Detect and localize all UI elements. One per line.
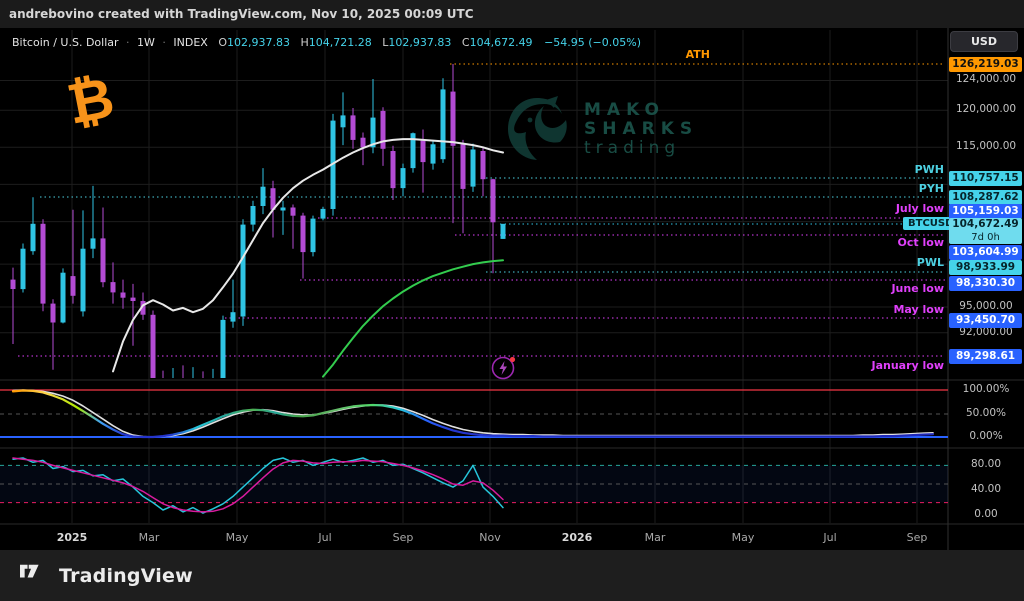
shark-logo-icon	[500, 92, 574, 166]
high-value: 104,721.28	[309, 36, 372, 49]
level-label-May low: May low	[824, 303, 944, 316]
price-tick-95,000.00: 95,000.00	[950, 300, 1022, 312]
symbol-title[interactable]: Bitcoin / U.S. Dollar	[12, 36, 119, 49]
price-label-105,159.03[interactable]: 105,159.03	[949, 204, 1022, 219]
price-label-110,757.15[interactable]: 110,757.15	[949, 171, 1022, 186]
time-axis-Sep[interactable]: Sep	[393, 531, 414, 544]
level-label-June low: June low	[824, 282, 944, 295]
level-label-PWH: PWH	[824, 163, 944, 176]
level-label-PYH: PYH	[824, 182, 944, 195]
watermark-line2: SHARKS	[584, 120, 698, 139]
level-label-ATH: ATH	[590, 48, 710, 61]
time-axis-2025[interactable]: 2025	[57, 531, 88, 544]
time-axis-Jul[interactable]: Jul	[318, 531, 331, 544]
currency-selector-button[interactable]: USD	[950, 31, 1018, 52]
price-label-93,450.70[interactable]: 93,450.70	[949, 313, 1022, 328]
low-value: 102,937.83	[388, 36, 451, 49]
footer-bar: TradingView	[0, 550, 1024, 601]
change-value: −54.95 (−0.05%)	[544, 36, 641, 49]
price-tick-124,000.00: 124,000.00	[950, 73, 1022, 85]
price-label-89,298.61[interactable]: 89,298.61	[949, 349, 1022, 364]
boost-flash-icon[interactable]	[489, 352, 519, 386]
price-label-98,933.99[interactable]: 98,933.99	[949, 260, 1022, 275]
price-tick-80.00: 80.00	[950, 458, 1022, 470]
price-tick-120,000.00: 120,000.00	[950, 103, 1022, 115]
interval-label[interactable]: 1W	[137, 36, 155, 49]
exchange-label: INDEX	[173, 36, 207, 49]
price-tick-0.00: 0.00	[950, 508, 1022, 520]
tradingview-brand-name[interactable]: TradingView	[59, 565, 193, 587]
level-label-January low: January low	[824, 359, 944, 372]
watermark-line3: trading	[584, 139, 698, 158]
price-label-126,219.03[interactable]: 126,219.03	[949, 57, 1022, 72]
time-axis-Sep[interactable]: Sep	[907, 531, 928, 544]
price-tick-0.00%: 0.00%	[950, 430, 1022, 442]
price-tick-92,000.00: 92,000.00	[950, 326, 1022, 338]
level-label-PWL: PWL	[824, 256, 944, 269]
time-axis-May[interactable]: May	[732, 531, 755, 544]
countdown-label: 7d 0h	[949, 231, 1022, 244]
price-tick-50.00%: 50.00%	[950, 407, 1022, 419]
price-tick-100.00%: 100.00%	[950, 383, 1022, 395]
symbol-legend[interactable]: Bitcoin / U.S. Dollar · 1W · INDEX O102,…	[12, 36, 641, 49]
price-label-103,604.99[interactable]: 103,604.99	[949, 245, 1022, 260]
close-value: 104,672.49	[470, 36, 533, 49]
time-axis-May[interactable]: May	[226, 531, 249, 544]
watermark: MAKO SHARKS trading	[500, 92, 698, 166]
open-value: 102,937.83	[227, 36, 290, 49]
time-axis-Mar[interactable]: Mar	[139, 531, 160, 544]
time-axis-Jul[interactable]: Jul	[823, 531, 836, 544]
time-axis-2026[interactable]: 2026	[562, 531, 593, 544]
price-label-104,672.49[interactable]: 104,672.497d 0h	[949, 218, 1022, 244]
watermark-line1: MAKO	[584, 101, 698, 120]
level-label-Oct low: Oct low	[824, 236, 944, 249]
time-axis-Mar[interactable]: Mar	[645, 531, 666, 544]
tradingview-logo-icon[interactable]	[20, 564, 50, 587]
price-label-108,287.62[interactable]: 108,287.62	[949, 190, 1022, 205]
price-label-98,330.30[interactable]: 98,330.30	[949, 276, 1022, 291]
attribution-bar: andrebovino created with TradingView.com…	[0, 0, 1024, 28]
level-label-July low: July low	[824, 202, 944, 215]
price-tick-40.00: 40.00	[950, 483, 1022, 495]
price-tick-115,000.00: 115,000.00	[950, 140, 1022, 152]
time-axis-Nov[interactable]: Nov	[479, 531, 500, 544]
